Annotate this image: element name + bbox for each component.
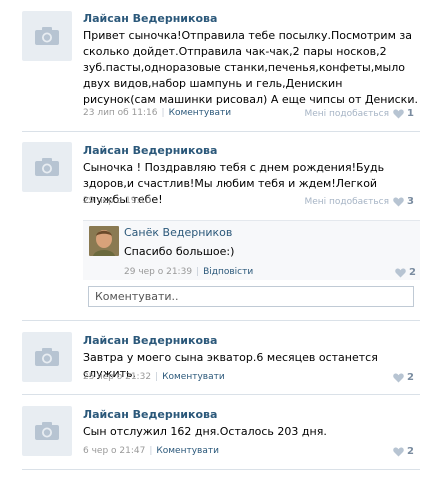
comment-link[interactable]: Коментувати: [169, 108, 232, 118]
post-meta: 23 лип об 11:16 | Коментувати: [83, 108, 232, 118]
avatar[interactable]: [22, 11, 72, 61]
camera-icon: [35, 158, 59, 176]
heart-icon: [395, 268, 406, 277]
like-button[interactable]: 2: [391, 267, 416, 278]
post-meta: 6 чер о 21:47 | Коментувати: [83, 446, 219, 456]
post-meta: 25 чер о 21:32 | Коментувати: [83, 372, 225, 382]
comment-date[interactable]: 29 чер о 21:39: [124, 267, 192, 277]
like-label: Мені подобається: [304, 196, 390, 207]
divider: [22, 469, 420, 470]
comment-item: Санёк Ведерников Спасибо большое:) 29 че…: [83, 220, 420, 280]
wall-post: Лайсан Ведерникова Сыночка ! Поздравляю …: [0, 140, 435, 310]
avatar-photo: [89, 226, 119, 256]
like-button[interactable]: 2: [389, 446, 414, 457]
post-meta: 29 чер о 19:10: [83, 196, 151, 206]
heart-icon: [393, 373, 404, 382]
like-count: 2: [407, 372, 414, 383]
post-date[interactable]: 6 чер о 21:47: [83, 446, 145, 456]
post-date[interactable]: 23 лип об 11:16: [83, 108, 158, 118]
post-date[interactable]: 29 чер о 19:10: [83, 196, 151, 206]
wall-post: Лайсан Ведерникова Завтра у моего сына э…: [0, 330, 435, 390]
comment-author[interactable]: Санёк Ведерников: [124, 226, 232, 239]
like-count: 3: [407, 196, 414, 207]
comment-link[interactable]: Коментувати: [162, 372, 225, 382]
post-author[interactable]: Лайсан Ведерникова: [83, 334, 217, 347]
divider: [22, 320, 420, 321]
post-author[interactable]: Лайсан Ведерникова: [83, 12, 217, 25]
like-button[interactable]: 2: [389, 372, 414, 383]
comment-link[interactable]: Коментувати: [156, 446, 219, 456]
comment-input[interactable]: [88, 286, 414, 307]
camera-icon: [35, 422, 59, 440]
camera-icon: [35, 348, 59, 366]
heart-icon: [393, 197, 404, 206]
post-author[interactable]: Лайсан Ведерникова: [83, 144, 217, 157]
reply-link[interactable]: Відповісти: [203, 267, 253, 277]
divider: [22, 394, 420, 395]
post-text: Привет сыночка!Отправила тебе посылку.По…: [83, 29, 418, 106]
post-date[interactable]: 25 чер о 21:32: [83, 372, 151, 382]
avatar[interactable]: [22, 332, 72, 382]
heart-icon: [393, 447, 404, 456]
comment-text: Спасибо большое:): [124, 245, 235, 258]
wall-feed: Лайсан Ведерникова Привет сыночка!Отправ…: [0, 0, 435, 477]
like-count: 2: [409, 267, 416, 278]
wall-post: Лайсан Ведерникова Привет сыночка!Отправ…: [0, 8, 435, 133]
post-author[interactable]: Лайсан Ведерникова: [83, 408, 217, 421]
avatar[interactable]: [22, 406, 72, 456]
comment-meta: 29 чер о 21:39 | Відповісти: [124, 267, 254, 277]
like-count: 2: [407, 446, 414, 457]
avatar[interactable]: [89, 226, 119, 256]
avatar[interactable]: [22, 142, 72, 192]
divider: [22, 131, 420, 132]
heart-icon: [393, 109, 404, 118]
like-button[interactable]: Мені подобається 1: [304, 108, 414, 119]
like-label: Мені подобається: [304, 108, 390, 119]
post-text: Сын отслужил 162 дня.Осталось 203 дня.: [83, 425, 327, 438]
like-count: 1: [407, 108, 414, 119]
camera-icon: [35, 27, 59, 45]
like-button[interactable]: Мені подобається 3: [304, 196, 414, 207]
wall-post: Лайсан Ведерникова Сын отслужил 162 дня.…: [0, 404, 435, 464]
